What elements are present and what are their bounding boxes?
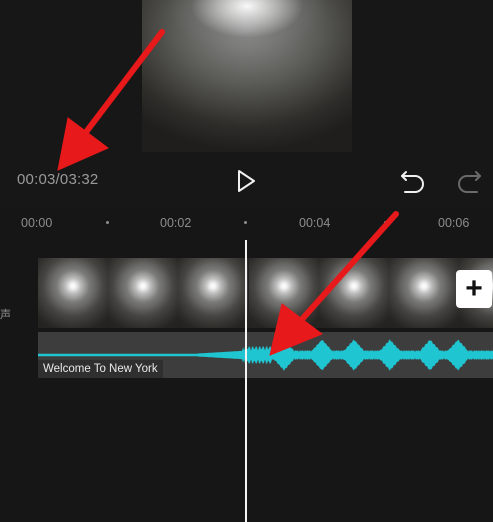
- ruler-tick-dot: [244, 221, 247, 224]
- add-clip-button[interactable]: +: [456, 270, 492, 308]
- video-preview-area: [0, 0, 493, 152]
- video-thumbnail: [389, 258, 459, 328]
- audio-track-title: Welcome To New York: [38, 360, 163, 378]
- timecode-display: 00:03/03:32: [17, 171, 99, 188]
- track-side-label: 声: [0, 309, 11, 321]
- video-thumbnail: [178, 258, 248, 328]
- video-preview-frame[interactable]: [142, 0, 352, 152]
- video-thumbnail: [108, 258, 178, 328]
- video-track[interactable]: [38, 258, 493, 328]
- ruler-tick-label: 00:00: [21, 216, 53, 230]
- undo-icon[interactable]: [400, 168, 426, 194]
- ruler-tick-label: 00:04: [299, 216, 331, 230]
- playhead[interactable]: [245, 240, 247, 522]
- video-thumbnail: [249, 258, 319, 328]
- ruler-tick-label: 00:06: [438, 216, 470, 230]
- play-icon[interactable]: [234, 168, 258, 194]
- video-thumbnail: [38, 258, 108, 328]
- redo-icon[interactable]: [456, 168, 482, 194]
- ruler-tick-dot: [106, 221, 109, 224]
- ruler-tick-label: 00:02: [160, 216, 192, 230]
- ruler-tick-dot: [384, 221, 387, 224]
- plus-icon: +: [465, 272, 483, 305]
- video-thumbnail: [319, 258, 389, 328]
